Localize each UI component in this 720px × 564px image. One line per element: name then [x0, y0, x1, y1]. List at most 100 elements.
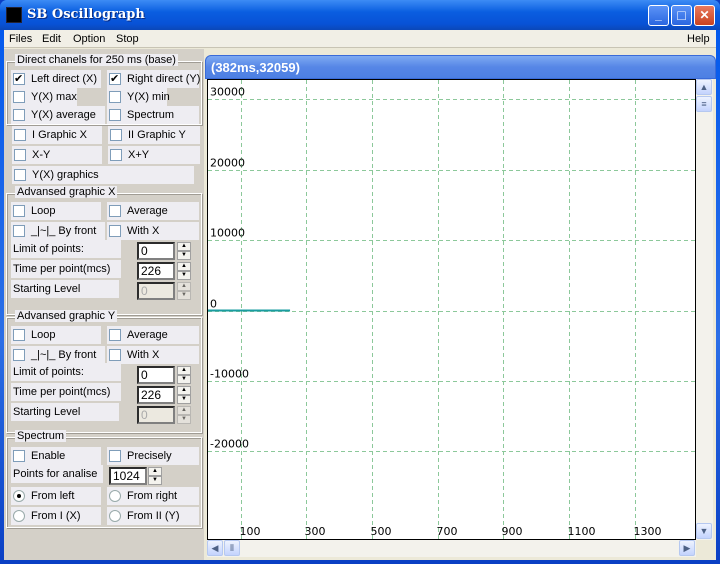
- scroll-up-button[interactable]: ▲: [696, 79, 712, 95]
- limit-of-points-input[interactable]: 0: [137, 242, 175, 260]
- scroll-right-button[interactable]: ▶: [679, 540, 695, 556]
- checkbox[interactable]: [110, 129, 122, 141]
- spectrum-checkbox[interactable]: Spectrum: [107, 106, 199, 124]
- loop-checkbox[interactable]: Loop: [11, 326, 101, 344]
- by-front-checkbox[interactable]: _|~|_ By front: [11, 346, 105, 364]
- checkbox[interactable]: [109, 70, 121, 88]
- group-legend: Spectrum: [15, 430, 67, 442]
- starting-level-label: Starting Level: [11, 403, 119, 421]
- with-x-checkbox[interactable]: With X: [107, 222, 199, 240]
- time-spinner[interactable]: ▲ ▼: [177, 386, 191, 404]
- title-bar: SB Oscillograph _ □ ✕: [0, 0, 720, 30]
- radio[interactable]: [109, 490, 121, 502]
- checkbox[interactable]: [13, 109, 25, 121]
- checkbox[interactable]: [109, 91, 121, 103]
- y-tick-label: -10000: [210, 368, 249, 381]
- radio[interactable]: [13, 490, 25, 502]
- menu-help[interactable]: Help: [687, 33, 710, 45]
- yx-average-checkbox[interactable]: Y(X) average: [11, 106, 105, 124]
- cursor-readout: (382ms,32059): [211, 60, 300, 75]
- limit-spinner[interactable]: ▲ ▼: [177, 242, 191, 260]
- average-checkbox[interactable]: Average: [107, 326, 199, 344]
- time-spinner[interactable]: ▲ ▼: [177, 262, 191, 280]
- limit-of-points-input[interactable]: 0: [137, 366, 175, 384]
- plot-canvas: 100 300 500 700 900 1100 1300 30000 20000 10000 0 -…: [208, 80, 695, 539]
- group-legend: Advansed graphic Y: [15, 310, 118, 322]
- time-per-point-input[interactable]: 226: [137, 386, 175, 404]
- starting-level-spinner[interactable]: ▲ ▼: [177, 282, 191, 300]
- from-left-radio[interactable]: From left: [11, 487, 101, 505]
- x-tick-label: 300: [305, 525, 326, 538]
- vertical-scroll-thumb[interactable]: ≡: [696, 96, 712, 112]
- scroll-down-button[interactable]: ▼: [696, 523, 712, 539]
- checkbox[interactable]: [13, 70, 25, 88]
- checkbox[interactable]: [109, 329, 121, 341]
- oscillograph-plot[interactable]: 100 300 500 700 900 1100 1300 30000 20000 10000 0 -…: [207, 79, 696, 540]
- time-per-point-input[interactable]: 226: [137, 262, 175, 280]
- from-i-radio[interactable]: From I (X): [11, 507, 101, 525]
- from-right-radio[interactable]: From right: [107, 487, 199, 505]
- checkbox[interactable]: [13, 205, 25, 217]
- limit-label: Limit of points:: [11, 363, 121, 381]
- average-checkbox[interactable]: Average: [107, 202, 199, 220]
- y-tick-label: 30000: [210, 86, 245, 99]
- by-front-checkbox[interactable]: _|~|_ By front: [11, 222, 105, 240]
- checkbox[interactable]: [109, 225, 121, 237]
- checkbox[interactable]: [109, 205, 121, 217]
- yx-graphics-checkbox[interactable]: Y(X) graphics: [12, 166, 194, 184]
- direct-channels-group: Direct chanels for 250 ms (base) Left di…: [6, 54, 202, 125]
- checkbox[interactable]: [13, 225, 25, 237]
- from-ii-radio[interactable]: From II (Y): [107, 507, 199, 525]
- starting-level-input[interactable]: 0: [137, 406, 175, 424]
- with-x-checkbox[interactable]: With X: [107, 346, 199, 364]
- checkbox[interactable]: [110, 149, 122, 161]
- menu-files[interactable]: Files: [9, 33, 32, 45]
- checkbox[interactable]: [13, 91, 25, 103]
- enable-checkbox[interactable]: Enable: [11, 447, 101, 465]
- ii-graphic-y-checkbox[interactable]: II Graphic Y: [108, 126, 200, 144]
- x-plus-y-checkbox[interactable]: X+Y: [108, 146, 200, 164]
- i-graphic-x-checkbox[interactable]: I Graphic X: [12, 126, 102, 144]
- checkbox[interactable]: [109, 109, 121, 121]
- y-tick-label: 0: [210, 298, 217, 311]
- checkbox[interactable]: [109, 450, 121, 462]
- checkbox[interactable]: [13, 450, 25, 462]
- radio[interactable]: [109, 510, 121, 522]
- minimize-button[interactable]: _: [648, 5, 669, 26]
- menu-stop[interactable]: Stop: [116, 33, 139, 45]
- x-minus-y-checkbox[interactable]: X-Y: [12, 146, 102, 164]
- menu-option[interactable]: Option: [73, 33, 105, 45]
- checkbox[interactable]: [109, 349, 121, 361]
- points-label: Points for analise: [11, 465, 103, 483]
- checkbox[interactable]: [13, 329, 25, 341]
- right-direct-checkbox[interactable]: Right direct (Y): [107, 70, 200, 88]
- yx-min-checkbox[interactable]: Y(X) min: [107, 88, 170, 106]
- checkbox[interactable]: [14, 149, 26, 161]
- maximize-button[interactable]: □: [671, 5, 692, 26]
- checkbox[interactable]: [14, 129, 26, 141]
- x-tick-label: 1300: [634, 525, 662, 538]
- menu-edit[interactable]: Edit: [42, 33, 61, 45]
- starting-level-spinner[interactable]: ▲ ▼: [177, 406, 191, 424]
- horizontal-scrollbar[interactable]: ◀ ⦀ ▶: [207, 540, 696, 557]
- points-for-analise-input[interactable]: 1024: [109, 467, 147, 485]
- left-direct-checkbox[interactable]: Left direct (X): [11, 70, 101, 88]
- precisely-checkbox[interactable]: Precisely: [107, 447, 199, 465]
- starting-level-input[interactable]: 0: [137, 282, 175, 300]
- checkbox[interactable]: [13, 349, 25, 361]
- vertical-scrollbar[interactable]: ▲ ≡ ▼: [696, 79, 713, 540]
- client-area: Files Edit Option Stop Help Direct chane…: [4, 30, 716, 560]
- scroll-left-button[interactable]: ◀: [207, 540, 223, 556]
- radio[interactable]: [13, 510, 25, 522]
- x-tick-label: 700: [437, 525, 458, 538]
- horizontal-scroll-thumb[interactable]: ⦀: [224, 540, 240, 556]
- points-spinner[interactable]: ▲ ▼: [148, 467, 162, 485]
- close-button[interactable]: ✕: [694, 5, 715, 26]
- yx-max-checkbox[interactable]: Y(X) max: [11, 88, 77, 106]
- limit-spinner[interactable]: ▲ ▼: [177, 366, 191, 384]
- loop-checkbox[interactable]: Loop: [11, 202, 101, 220]
- group-legend: Advansed graphic X: [15, 186, 118, 198]
- time-label: Time per point(mcs): [11, 260, 121, 278]
- checkbox[interactable]: [14, 169, 26, 181]
- graph-window: (382ms,32059) 100 300 500 700 900 1100 1300 300…: [205, 55, 716, 560]
